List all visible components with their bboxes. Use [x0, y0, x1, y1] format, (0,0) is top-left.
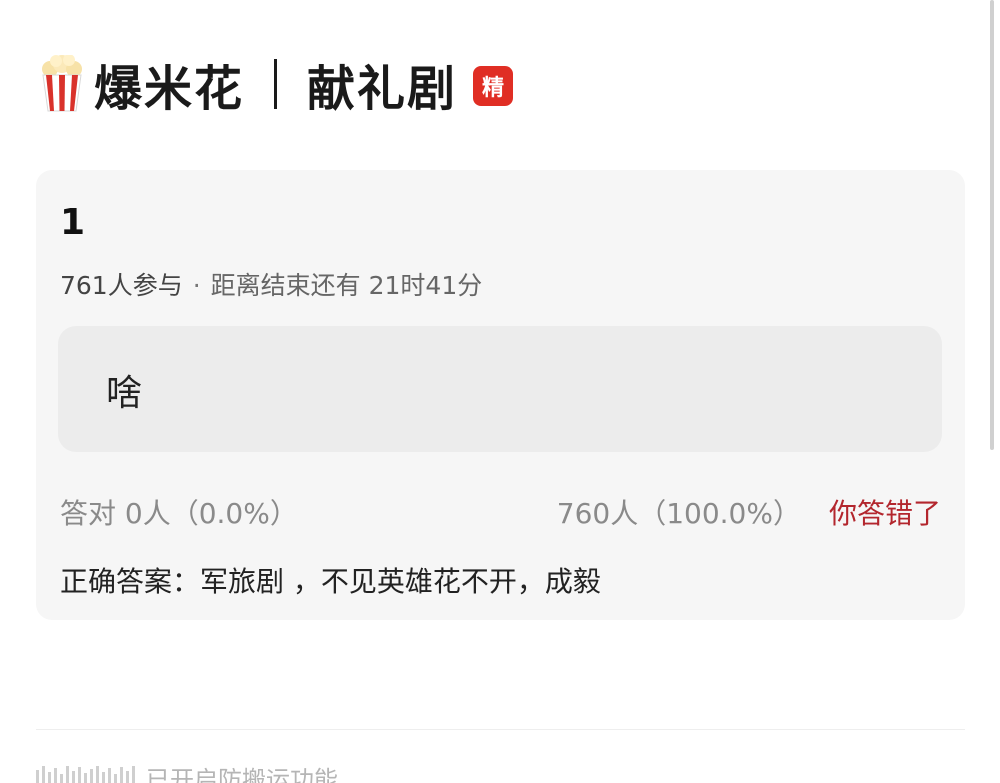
correct-stats: 答对 0人（0.0%）: [60, 497, 298, 530]
featured-badge: 精: [473, 66, 514, 106]
correct-answer: 正确答案：军旅剧 ，不见英雄花不开，成毅: [60, 565, 601, 598]
result-label: 你答错了: [828, 497, 941, 530]
anti-repost-icon: [36, 766, 135, 783]
popcorn-icon: [42, 55, 82, 112]
answer-option-label: 啥: [106, 373, 143, 414]
answer-option[interactable]: 啥: [58, 326, 942, 452]
scrollbar[interactable]: [988, 0, 996, 450]
question-number: 1: [60, 202, 86, 243]
quiz-card: 1 761人参与 · 距离结束还有 21时41分 啥 答对 0人（0.0%） 760…: [36, 170, 965, 620]
section-divider: [36, 729, 965, 730]
quiz-meta: 761人参与 · 距离结束还有 21时41分: [60, 266, 482, 302]
page: 爆米花 献礼剧 精 1 761人参与 · 距离结束还有 21时41分 啥 答对 0人…: [0, 0, 1000, 783]
title-divider: [274, 59, 278, 109]
topic-title-left: 爆米花: [94, 61, 245, 117]
wrong-stats: 760人（100.0%）: [556, 497, 801, 530]
time-remaining: 距离结束还有 21时41分: [210, 271, 483, 300]
scrollbar-thumb[interactable]: [990, 0, 994, 450]
participant-count: 761人参与: [60, 271, 183, 300]
topic-header[interactable]: 爆米花 献礼剧 精: [40, 52, 514, 117]
footer-text: 已开启防搬运功能: [146, 765, 338, 783]
footer-notice: 已开启防搬运功能: [36, 762, 338, 783]
wrong-stats-row: 760人（100.0%） 你答错了: [557, 492, 941, 532]
meta-separator: ·: [192, 271, 201, 300]
topic-title-right: 献礼剧: [307, 61, 458, 117]
